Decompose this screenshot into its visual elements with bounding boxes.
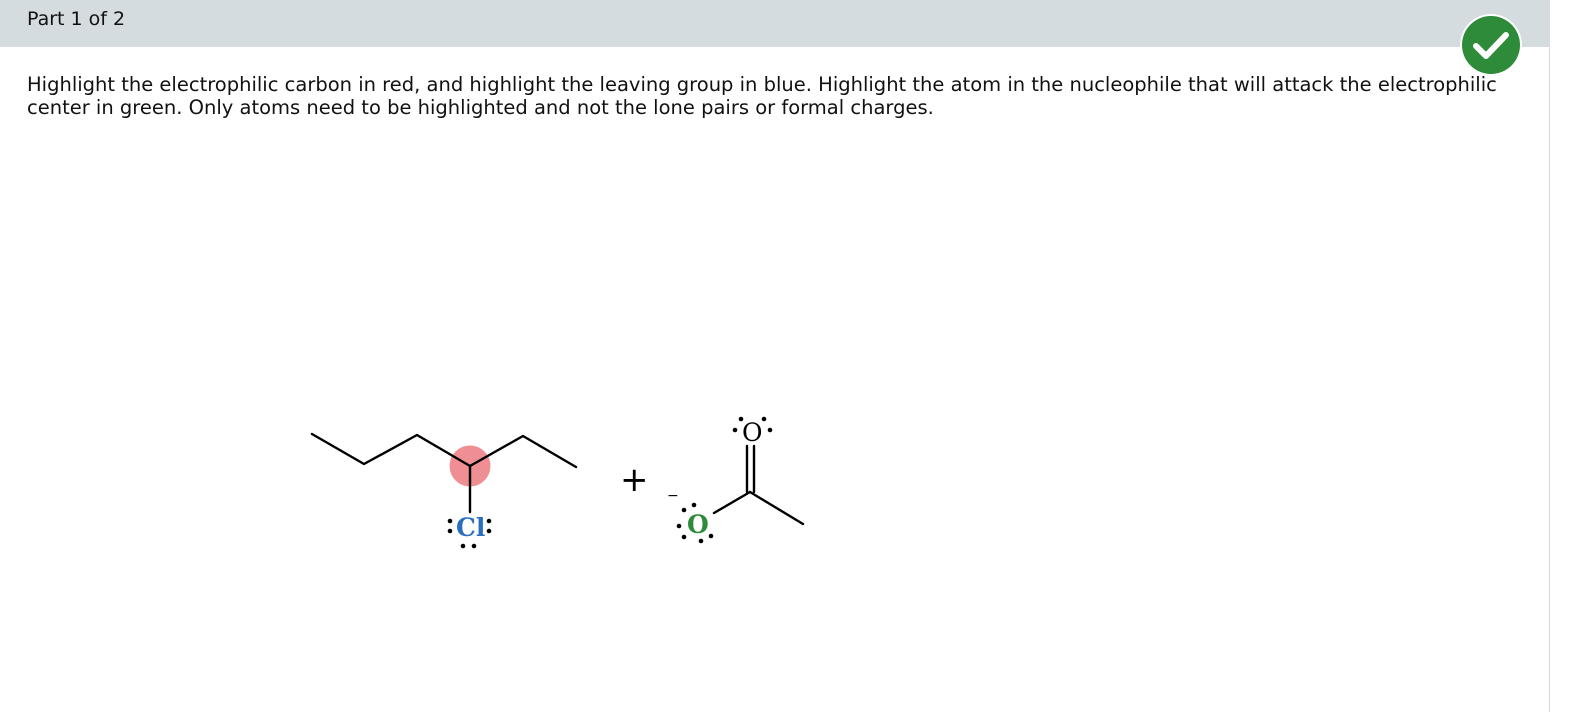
nucleophilic-o-lone-pair-dot bbox=[676, 523, 682, 529]
cl-lone-pair-dot bbox=[447, 518, 453, 524]
carbonyl-oxygen-symbol[interactable]: O bbox=[742, 418, 763, 447]
nucleophilic-oxygen-symbol[interactable]: O bbox=[687, 510, 709, 539]
carbonyl-o-lone-pair-dot bbox=[732, 427, 738, 433]
carbonyl-o-lone-pair-dot bbox=[738, 416, 744, 422]
carbonyl-o-lone-pair-dot bbox=[767, 427, 773, 433]
cl-lone-pair-dot bbox=[486, 528, 492, 534]
cl-lone-pair-dot bbox=[460, 543, 466, 549]
c-ch3-bond[interactable] bbox=[748, 490, 805, 526]
cl-lone-pair-dot bbox=[486, 518, 492, 524]
o-c-single-bond[interactable] bbox=[712, 490, 752, 515]
reaction-drawing-canvas[interactable]: Cl + O O − bbox=[0, 0, 1584, 712]
formal-charge-label: − bbox=[667, 488, 679, 504]
cl-lone-pair-dot bbox=[447, 528, 453, 534]
carbonyl-o-lone-pair-dot bbox=[761, 416, 767, 422]
plus-sign: + bbox=[620, 460, 649, 500]
question-page: Part 1 of 2 Highlight the electrophilic … bbox=[0, 0, 1584, 712]
substrate-molecule bbox=[310, 432, 578, 514]
carbonyl-oxygen-atom[interactable]: O bbox=[732, 416, 773, 447]
chlorine-atom[interactable]: Cl bbox=[447, 513, 492, 549]
chlorine-symbol[interactable]: Cl bbox=[456, 513, 485, 542]
nucleophilic-oxygen-atom[interactable]: O − bbox=[667, 488, 714, 544]
nucleophilic-o-lone-pair-dot bbox=[681, 507, 687, 513]
nucleophilic-o-lone-pair-dot bbox=[691, 502, 697, 508]
substrate-carbon-chain[interactable] bbox=[310, 432, 578, 469]
nucleophilic-o-lone-pair-dot bbox=[681, 534, 687, 540]
nucleophilic-o-lone-pair-dot bbox=[708, 533, 714, 539]
cl-lone-pair-dot bbox=[471, 543, 477, 549]
nucleophile-molecule bbox=[712, 444, 805, 526]
nucleophilic-o-lone-pair-dot bbox=[698, 538, 704, 544]
